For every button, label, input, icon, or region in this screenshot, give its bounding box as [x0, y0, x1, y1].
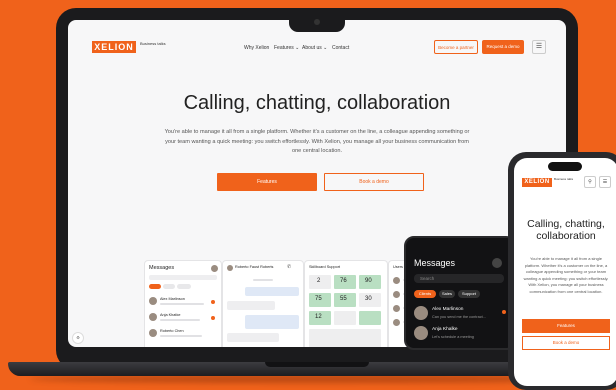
- tag-support[interactable]: Support: [458, 290, 480, 298]
- nav-link-contact[interactable]: Contact: [332, 45, 349, 51]
- dashboard-title: Skillboard Support: [309, 265, 341, 269]
- nav-link-about[interactable]: About us ⌄: [302, 45, 327, 51]
- mobile-brand-tagline: Business talks: [554, 177, 574, 181]
- laptop-shadow: [30, 375, 590, 383]
- dark-phone-title: Messages: [414, 258, 456, 268]
- stat-value: 90: [365, 278, 372, 284]
- message-preview: Can you send me the contract...: [432, 315, 486, 319]
- contact-name[interactable]: Anja Khatke: [160, 313, 180, 317]
- contact-name[interactable]: Roberto Chen: [160, 329, 184, 333]
- mobile-hero-text: You're able to manage it all from a sing…: [523, 256, 609, 294]
- chat-bubble-in: [227, 333, 279, 342]
- mobile-brand-logo[interactable]: XELION: [522, 178, 552, 187]
- book-demo-button[interactable]: Book a demo: [324, 173, 424, 191]
- chat-date: [253, 279, 273, 281]
- user-avatar: [393, 277, 400, 284]
- filter-tag-all[interactable]: [149, 284, 161, 289]
- stat-value: 55: [340, 296, 347, 302]
- users-panel-title: Users: [393, 265, 403, 269]
- dashboard-panel: Skillboard Support 2 76 90 75 55 30 12: [304, 260, 388, 347]
- stat-cell: [359, 311, 381, 325]
- contact-preview-line: [160, 303, 204, 305]
- user-avatar: [393, 291, 400, 298]
- unread-badge: [502, 310, 506, 314]
- chat-panel: Roberto Faust Roberts ✆: [222, 260, 304, 347]
- stat-value: 30: [365, 296, 372, 302]
- dark-phone: Messages Search Clients Sales Support Al…: [404, 236, 516, 350]
- features-button[interactable]: Features: [217, 173, 317, 191]
- nav-link-why-xelion[interactable]: Why Xelion: [244, 45, 269, 51]
- chat-bubble-out: [245, 287, 299, 296]
- camera-icon: [314, 19, 320, 25]
- hero-text: You're able to manage it all from a sing…: [164, 129, 470, 154]
- messages-panel: Messages Alex Marlinson Anja Khatke Robe…: [144, 260, 222, 347]
- contact-avatar: [149, 297, 157, 305]
- dark-phone-search-input[interactable]: Search: [414, 274, 504, 283]
- messages-panel-title: Messages: [149, 265, 175, 271]
- chat-avatar: [227, 265, 233, 271]
- compose-icon[interactable]: [492, 258, 502, 268]
- mobile-screen: XELION Business talks ⚲ ☰ Calling, chatt…: [514, 158, 616, 386]
- stat-cell: [334, 311, 356, 325]
- chat-header: Roberto Faust Roberts: [235, 265, 274, 269]
- stat-value: 75: [315, 296, 322, 302]
- messages-search-input[interactable]: [149, 275, 217, 280]
- unread-badge: [211, 300, 215, 304]
- tag-sales[interactable]: Sales: [439, 290, 455, 298]
- mobile-features-button[interactable]: Features: [522, 319, 610, 333]
- chat-bubble-in: [227, 301, 275, 310]
- contact-avatar: [149, 313, 157, 321]
- become-partner-button[interactable]: Become a partner: [434, 40, 478, 54]
- contact-avatar: [414, 326, 428, 340]
- laptop-base-notch: [265, 362, 369, 367]
- menu-icon[interactable]: ☰: [599, 176, 611, 188]
- mobile-book-demo-button[interactable]: Book a demo: [522, 336, 610, 350]
- hero-title: Calling, chatting, collaboration: [183, 92, 451, 114]
- stat-chart-area: [309, 329, 381, 347]
- mobile-hero-title: Calling, chatting, collaboration: [527, 218, 605, 242]
- nav-link-features[interactable]: Features ⌄: [274, 45, 299, 51]
- stat-value: 76: [340, 278, 347, 284]
- user-avatar: [393, 305, 400, 312]
- brand-logo[interactable]: XELION: [92, 41, 136, 53]
- contact-preview-line: [160, 319, 200, 321]
- user-avatar: [211, 265, 218, 272]
- stat-value: 12: [315, 314, 322, 320]
- dynamic-island: [548, 162, 582, 171]
- tag-clients[interactable]: Clients: [414, 290, 436, 298]
- filter-tag-sales[interactable]: [163, 284, 175, 289]
- contact-name[interactable]: Alex Marlinson: [160, 297, 185, 301]
- message-preview: Let's schedule a meeting: [432, 335, 474, 339]
- menu-icon[interactable]: ☰: [532, 40, 546, 54]
- stat-value: 2: [317, 278, 321, 284]
- brand-tagline: Business talks: [140, 41, 166, 46]
- message-sender[interactable]: Alex Marlinson: [432, 307, 463, 312]
- accessibility-icon[interactable]: ⚙: [72, 332, 84, 344]
- filter-tag-support[interactable]: [177, 284, 191, 289]
- chat-bubble-out: [245, 315, 299, 329]
- message-sender[interactable]: Anja Khalke: [432, 327, 458, 332]
- user-avatar: [393, 319, 400, 326]
- request-demo-button[interactable]: Request a demo: [482, 40, 524, 54]
- contact-avatar: [149, 329, 157, 337]
- unread-badge: [211, 316, 215, 320]
- phone-icon[interactable]: ✆: [287, 264, 291, 270]
- contact-avatar: [414, 306, 428, 320]
- contact-preview-line: [160, 335, 202, 337]
- search-icon[interactable]: ⚲: [584, 176, 596, 188]
